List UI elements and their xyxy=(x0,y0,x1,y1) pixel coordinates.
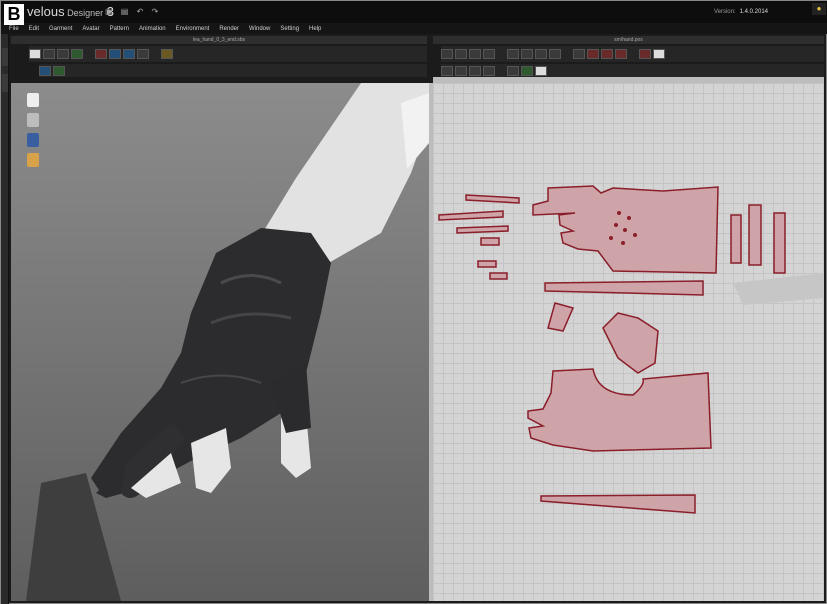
menu-bar: File Edit Garment Avatar Pattern Animation Env… xyxy=(1,23,827,34)
fold-icon[interactable] xyxy=(653,49,665,59)
library-tab[interactable] xyxy=(2,48,8,66)
pattern-window-2d[interactable] xyxy=(433,83,824,601)
move-icon[interactable] xyxy=(29,49,41,59)
menu-item-window[interactable]: Window xyxy=(249,26,270,32)
menu-item-render[interactable]: Render xyxy=(219,26,239,32)
toolbar-3d-main xyxy=(29,46,427,62)
pattern-piece-vertical-strip[interactable] xyxy=(748,204,762,266)
pattern-dot xyxy=(609,236,613,240)
pattern-piece-bottom-strip[interactable] xyxy=(540,494,696,514)
select-icon[interactable] xyxy=(43,49,55,59)
edit-point-icon[interactable] xyxy=(455,49,467,59)
pattern-piece-strip[interactable] xyxy=(489,272,508,280)
pattern-piece-strip[interactable] xyxy=(465,194,520,204)
pattern-piece-vertical-strip[interactable] xyxy=(773,212,786,274)
zoom-icon[interactable] xyxy=(535,65,547,76)
version-value: 1.4.0.2014 xyxy=(739,9,768,15)
pattern-piece-long-strip[interactable] xyxy=(544,280,704,296)
menu-item-avatar[interactable]: Avatar xyxy=(82,26,99,32)
pattern-piece-strip[interactable] xyxy=(477,260,497,268)
application-window: B velous Designer 3 ▣ ▤ ↶ ↷ Version: 1.4.… xyxy=(0,0,827,604)
pattern-dot xyxy=(623,228,627,232)
menu-item-pattern[interactable]: Pattern xyxy=(110,26,129,32)
window-control-button[interactable]: ● xyxy=(812,3,826,15)
pattern-dot xyxy=(614,223,618,227)
pattern-canvas xyxy=(438,185,824,514)
app-title-sub: Designer xyxy=(64,8,104,18)
tack-icon[interactable] xyxy=(109,49,121,59)
pattern-dot xyxy=(621,241,625,245)
redo-icon[interactable]: ↷ xyxy=(152,7,162,16)
layout-icon[interactable] xyxy=(441,65,453,76)
toolbar-2d-main xyxy=(441,46,824,62)
align-icon[interactable] xyxy=(469,65,481,76)
pattern-piece-palm-bottom[interactable] xyxy=(527,368,712,452)
undo-icon[interactable]: ↶ xyxy=(137,7,147,16)
avatar-icon-column xyxy=(27,93,39,173)
menu-item-edit[interactable]: Edit xyxy=(29,26,39,32)
library-strip xyxy=(1,34,9,604)
avatar-blue-icon[interactable] xyxy=(27,133,39,147)
menu-item-animation[interactable]: Animation xyxy=(139,26,166,32)
notch-icon[interactable] xyxy=(483,65,495,76)
texture-icon[interactable] xyxy=(521,65,533,76)
object-browser-tab[interactable] xyxy=(2,74,8,92)
select-mesh-icon[interactable] xyxy=(57,49,69,59)
internal-polygon-icon[interactable] xyxy=(535,49,547,59)
pattern-shadow xyxy=(733,273,824,305)
pin-green-icon[interactable] xyxy=(71,49,83,59)
version-info: Version: 1.4.0.2014 xyxy=(714,9,768,15)
menu-item-setting[interactable]: Setting xyxy=(280,26,299,32)
dart-icon[interactable] xyxy=(587,49,599,59)
pattern-dot xyxy=(633,233,637,237)
pattern-piece-strip[interactable] xyxy=(456,225,509,234)
avatar-pose-icon[interactable] xyxy=(161,49,173,59)
app-title: velous Designer 3 xyxy=(27,4,114,19)
pattern-dot xyxy=(617,211,621,215)
save-icon[interactable]: ▣ xyxy=(105,7,116,16)
quick-access-icons: ▣ ▤ ↶ ↷ xyxy=(105,7,161,16)
pattern-piece-gusset[interactable] xyxy=(602,312,659,374)
app-title-main: velous xyxy=(27,4,65,19)
pattern-piece-strip[interactable] xyxy=(480,237,500,246)
trace-icon[interactable] xyxy=(507,65,519,76)
polygon-icon[interactable] xyxy=(483,49,495,59)
panel-3d-header: lea_hand_0_3_end.sbs xyxy=(11,36,427,44)
shirt-icon[interactable] xyxy=(27,93,39,107)
circle-icon[interactable] xyxy=(521,49,533,59)
avatar-tool-icon[interactable] xyxy=(137,49,149,59)
pin-red-icon[interactable] xyxy=(95,49,107,59)
viewport-3d-scene xyxy=(26,83,429,601)
internal-rect-icon[interactable] xyxy=(549,49,561,59)
pattern-piece-vertical-strip[interactable] xyxy=(730,214,742,264)
transform-icon[interactable] xyxy=(441,49,453,59)
avatar-icon[interactable] xyxy=(27,113,39,127)
menu-item-environment[interactable]: Environment xyxy=(176,26,210,32)
open-icon[interactable]: ▤ xyxy=(121,7,132,16)
viewport-3d[interactable] xyxy=(11,83,429,601)
pattern-dot xyxy=(627,216,631,220)
version-label: Version: xyxy=(713,9,736,15)
view-icon[interactable] xyxy=(39,65,51,76)
menu-item-help[interactable]: Help xyxy=(309,26,321,32)
panel-2d-header: sm/hand.pos xyxy=(433,36,824,44)
grid-icon[interactable] xyxy=(455,65,467,76)
free-sew-icon[interactable] xyxy=(615,49,627,59)
toolbar-2d-view xyxy=(441,64,824,77)
title-bar: velous Designer 3 ▣ ▤ ↶ ↷ Version: 1.4.0.… xyxy=(1,1,827,23)
edit-curve-icon[interactable] xyxy=(469,49,481,59)
head-icon[interactable] xyxy=(27,153,39,167)
rectangle-icon[interactable] xyxy=(507,49,519,59)
pattern-piece-strip[interactable] xyxy=(438,210,504,221)
edit-sew-icon[interactable] xyxy=(639,49,651,59)
toolbar-3d-view xyxy=(39,64,427,77)
menu-item-file[interactable]: File xyxy=(9,26,19,32)
tack-blue-icon[interactable] xyxy=(123,49,135,59)
internal-circle-icon[interactable] xyxy=(573,49,585,59)
segment-sew-icon[interactable] xyxy=(601,49,613,59)
view-mode-icon[interactable] xyxy=(53,65,65,76)
figure-label: B xyxy=(4,4,24,25)
pattern-piece-wedge[interactable] xyxy=(547,302,575,332)
menu-item-garment[interactable]: Garment xyxy=(49,26,72,32)
